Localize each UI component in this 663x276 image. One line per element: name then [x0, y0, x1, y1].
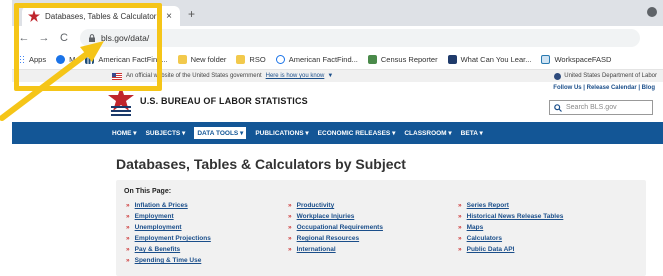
on-this-page-box: On This Page: Inflation & Prices Employm…	[116, 180, 646, 276]
search-input[interactable]: Search BLS.gov	[549, 100, 653, 115]
workspace-icon	[541, 55, 551, 64]
link-pay-benefits[interactable]: Pay & Benefits	[126, 246, 211, 254]
bookmark-workspacefasd[interactable]: WorkspaceFASD	[541, 55, 611, 64]
search-icon	[554, 103, 562, 112]
nav-publications[interactable]: PUBLICATIONS ▾	[255, 129, 308, 137]
address-bar[interactable]: bls.gov/data/	[80, 29, 640, 47]
folder-icon	[177, 55, 187, 64]
link-maps[interactable]: Maps	[458, 224, 563, 232]
page-title: Databases, Tables & Calculators by Subje…	[116, 156, 406, 172]
link-calculators[interactable]: Calculators	[458, 235, 563, 243]
bookmark-rso[interactable]: RSO	[236, 55, 266, 64]
link-employment-projections[interactable]: Employment Projections	[126, 235, 211, 243]
main-nav: HOME ▾ SUBJECTS ▾ DATA TOOLS ▾ PUBLICATI…	[12, 122, 663, 144]
bookmark-what-can-you-learn[interactable]: What Can You Lear...	[447, 55, 532, 64]
nav-beta[interactable]: BETA ▾	[461, 129, 483, 137]
nav-economic-releases[interactable]: ECONOMIC RELEASES ▾	[318, 129, 396, 137]
link-productivity[interactable]: Productivity	[288, 202, 383, 210]
link-workplace-injuries[interactable]: Workplace Injuries	[288, 213, 383, 221]
how-you-know-link[interactable]: Here is how you know	[266, 73, 325, 79]
dol-seal-icon	[554, 72, 562, 80]
cb-icon	[447, 55, 457, 64]
link-regional-resources[interactable]: Regional Resources	[288, 235, 383, 243]
link-column-2: Productivity Workplace Injuries Occupati…	[288, 202, 383, 254]
bookmark-label: RSO	[249, 55, 266, 64]
link-spending-time-use[interactable]: Spending & Time Use	[126, 257, 211, 265]
utility-links[interactable]: Follow Us | Release Calendar | Blog	[553, 85, 655, 91]
bookmark-label: New folder	[190, 55, 227, 64]
link-unemployment[interactable]: Unemployment	[126, 224, 211, 232]
window-menu-icon[interactable]	[647, 7, 657, 17]
dol-link[interactable]: United States Department of Labor	[554, 72, 657, 80]
bookmark-label: WorkspaceFASD	[554, 55, 612, 64]
link-historical-tables[interactable]: Historical News Release Tables	[458, 213, 564, 221]
nav-subjects[interactable]: SUBJECTS ▾	[146, 129, 186, 137]
site-name[interactable]: U.S. BUREAU OF LABOR STATISTICS	[140, 96, 308, 106]
main-content: Databases, Tables & Calculators by Subje…	[12, 144, 663, 276]
bookmark-factfinder-2[interactable]: American FactFind...	[275, 55, 358, 64]
highlight-box	[14, 3, 162, 91]
tab-close-icon[interactable]: ×	[164, 11, 174, 22]
link-public-data-api[interactable]: Public Data API	[458, 246, 563, 254]
search-icon	[275, 55, 285, 64]
link-series-report[interactable]: Series Report	[458, 202, 563, 210]
census-icon	[367, 55, 377, 64]
bookmark-census-reporter[interactable]: Census Reporter	[367, 55, 438, 64]
dol-text: United States Department of Labor	[564, 73, 657, 79]
bookmark-new-folder[interactable]: New folder	[177, 55, 227, 64]
new-tab-button[interactable]: +	[188, 7, 195, 21]
link-column-3: Series Report Historical News Release Ta…	[458, 202, 564, 254]
nav-home[interactable]: HOME ▾	[112, 129, 137, 137]
link-column-1: Inflation & Prices Employment Unemployme…	[126, 202, 211, 265]
chevron-down-icon[interactable]: ▼	[327, 73, 333, 79]
folder-icon	[236, 55, 246, 64]
link-international[interactable]: International	[288, 246, 383, 254]
nav-classroom[interactable]: CLASSROOM ▾	[404, 129, 451, 137]
link-employment[interactable]: Employment	[126, 213, 211, 221]
search-placeholder: Search BLS.gov	[566, 104, 617, 111]
on-this-page-heading: On This Page:	[124, 188, 172, 195]
bookmark-label: What Can You Lear...	[460, 55, 532, 64]
nav-data-tools[interactable]: DATA TOOLS ▾	[194, 127, 247, 139]
bookmark-label: Census Reporter	[380, 55, 438, 64]
bookmark-label: American FactFind...	[288, 55, 358, 64]
link-inflation-prices[interactable]: Inflation & Prices	[126, 202, 211, 210]
link-occupational-requirements[interactable]: Occupational Requirements	[288, 224, 383, 232]
